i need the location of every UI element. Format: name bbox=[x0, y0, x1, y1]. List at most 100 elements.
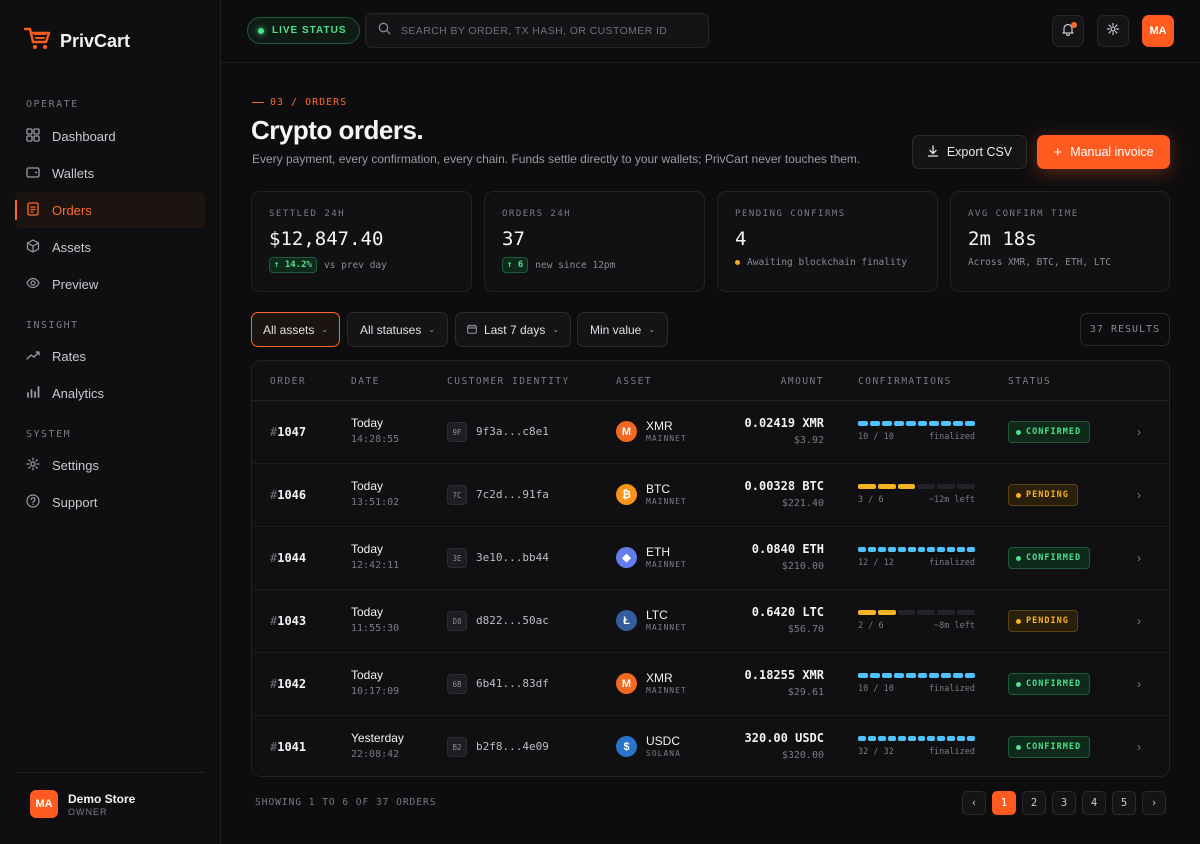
confirmation-segment bbox=[957, 484, 975, 489]
sidebar-item-label: Wallets bbox=[52, 165, 95, 181]
page-button[interactable]: 5 bbox=[1112, 791, 1136, 815]
wallet-icon bbox=[26, 165, 40, 182]
confirmation-segment bbox=[867, 736, 876, 741]
chevron-right-icon[interactable]: › bbox=[1137, 488, 1141, 502]
stat-value: 37 bbox=[502, 228, 525, 250]
sidebar-item-dashboard[interactable]: Dashboard bbox=[15, 118, 205, 154]
order-id[interactable]: #1046 bbox=[270, 488, 306, 502]
sidebar-item-rates[interactable]: Rates bbox=[15, 338, 205, 374]
asset-symbol: USDC bbox=[646, 734, 681, 748]
order-id[interactable]: #1041 bbox=[270, 740, 306, 754]
table-row[interactable]: #1046 Today 13:51:02 7C 7c2d...91fa ₿ BTC MAINN… bbox=[252, 464, 1169, 527]
search-bar[interactable] bbox=[365, 13, 709, 48]
table-row[interactable]: #1043 Today 11:55:30 D8 d822...50ac Ł LTC MAINN… bbox=[252, 590, 1169, 653]
showing-text: SHOWING 1 TO 6 OF 37 ORDERS bbox=[255, 797, 437, 808]
search-input[interactable] bbox=[401, 24, 701, 37]
confirmation-segment bbox=[858, 547, 866, 552]
sidebar-item-preview[interactable]: Preview bbox=[15, 266, 205, 302]
customer-hash[interactable]: 6b41...83df bbox=[476, 677, 549, 690]
column-header[interactable]: CUSTOMER IDENTITY bbox=[447, 376, 570, 387]
stat-label: PENDING CONFIRMS bbox=[735, 209, 846, 219]
gear-icon bbox=[1106, 22, 1120, 41]
breadcrumb: 03 / ORDERS bbox=[252, 97, 347, 108]
confirmation-text: 32 / 32 finalized bbox=[858, 747, 975, 757]
breadcrumb-text: 03 / ORDERS bbox=[270, 97, 348, 108]
order-id[interactable]: #1043 bbox=[270, 614, 306, 628]
notifications-button[interactable] bbox=[1052, 15, 1084, 47]
breadcrumb-line bbox=[252, 102, 264, 103]
confirmation-segment bbox=[941, 421, 952, 426]
confirmation-segment bbox=[867, 547, 876, 552]
confirmation-segment bbox=[957, 610, 975, 615]
chevron-right-icon[interactable]: › bbox=[1137, 425, 1141, 439]
chevron-right-icon[interactable]: › bbox=[1137, 551, 1141, 565]
next-page-button[interactable]: › bbox=[1142, 791, 1166, 815]
sidebar-item-assets[interactable]: Assets bbox=[15, 229, 205, 265]
export-csv-button[interactable]: Export CSV bbox=[912, 135, 1027, 169]
confirmation-segment bbox=[917, 484, 936, 489]
customer-hash[interactable]: 9f3a...c8e1 bbox=[476, 425, 549, 438]
confirmation-text: 12 / 12 finalized bbox=[858, 558, 975, 568]
settings-button[interactable] bbox=[1097, 15, 1129, 47]
page-button[interactable]: 1 bbox=[992, 791, 1016, 815]
chevron-right-icon[interactable]: › bbox=[1137, 740, 1141, 754]
user-avatar[interactable]: MA bbox=[1142, 15, 1174, 47]
sidebar-item-orders[interactable]: Orders bbox=[15, 192, 205, 228]
column-header[interactable]: ORDER bbox=[270, 376, 306, 387]
sidebar-item-wallets[interactable]: Wallets bbox=[15, 155, 205, 191]
prev-page-button[interactable]: ‹ bbox=[962, 791, 986, 815]
confirmation-segment bbox=[957, 547, 966, 552]
nav-section-system: SYSTEM bbox=[26, 429, 72, 440]
column-header[interactable]: STATUS bbox=[1008, 376, 1051, 387]
order-time: 11:55:30 bbox=[351, 623, 400, 634]
manual-invoice-button[interactable]: + Manual invoice bbox=[1037, 135, 1170, 169]
filter-min-value[interactable]: Min value ⌄ bbox=[577, 312, 668, 347]
confirmation-segment bbox=[929, 673, 940, 678]
filter-statuses[interactable]: All statuses ⌄ bbox=[347, 312, 448, 347]
order-id[interactable]: #1044 bbox=[270, 551, 306, 565]
order-id[interactable]: #1047 bbox=[270, 425, 306, 439]
column-header[interactable]: DATE bbox=[351, 376, 380, 387]
stat-label: ORDERS 24H bbox=[502, 209, 572, 219]
column-header[interactable]: ASSET bbox=[616, 376, 652, 387]
chevron-right-icon[interactable]: › bbox=[1137, 677, 1141, 691]
page-button[interactable]: 4 bbox=[1082, 791, 1106, 815]
table-row[interactable]: #1041 Yesterday 22:08:42 B2 b2f8...4e09 $ USDC… bbox=[252, 716, 1169, 776]
filter-assets[interactable]: All assets ⌄ bbox=[251, 312, 340, 347]
order-id[interactable]: #1042 bbox=[270, 677, 306, 691]
store-switcher[interactable]: MA Demo Store OWNER bbox=[15, 772, 205, 818]
table-row[interactable]: #1047 Today 14:28:55 9F 9f3a...c8e1 M XMR MAINN… bbox=[252, 401, 1169, 464]
confirmation-segment bbox=[937, 736, 946, 741]
page-button[interactable]: 3 bbox=[1052, 791, 1076, 815]
status-badge: PENDING bbox=[1008, 610, 1078, 632]
live-status-badge[interactable]: LIVE STATUS bbox=[247, 17, 360, 44]
sidebar-item-analytics[interactable]: Analytics bbox=[15, 375, 205, 411]
cart-logo-icon bbox=[23, 26, 52, 57]
sidebar-item-label: Support bbox=[52, 494, 98, 510]
page-button[interactable]: 2 bbox=[1022, 791, 1046, 815]
pending-dot-icon bbox=[735, 260, 740, 265]
help-icon bbox=[26, 493, 40, 511]
table-row[interactable]: #1042 Today 10:17:09 6B 6b41...83df M XMR MAINN… bbox=[252, 653, 1169, 716]
gear-icon bbox=[26, 456, 40, 474]
filter-date-range[interactable]: Last 7 days ⌄ bbox=[455, 312, 571, 347]
asset-network: SOLANA bbox=[646, 749, 681, 758]
nav-section-insight: INSIGHT bbox=[26, 320, 79, 331]
confirmation-segment bbox=[917, 421, 928, 426]
brand[interactable]: PrivCart bbox=[23, 26, 130, 57]
asset-network: MAINNET bbox=[646, 497, 687, 506]
confirmation-segment bbox=[905, 673, 916, 678]
customer-hash[interactable]: 3e10...bb44 bbox=[476, 551, 549, 564]
customer-hash[interactable]: 7c2d...91fa bbox=[476, 488, 549, 501]
chevron-down-icon: ⌄ bbox=[648, 325, 656, 334]
customer-hash[interactable]: b2f8...4e09 bbox=[476, 740, 549, 753]
stat-value: $12,847.40 bbox=[269, 228, 384, 250]
customer-hash[interactable]: d822...50ac bbox=[476, 614, 549, 627]
sidebar-item-settings[interactable]: Settings bbox=[15, 447, 205, 483]
sidebar-item-support[interactable]: Support bbox=[15, 484, 205, 520]
chevron-right-icon[interactable]: › bbox=[1137, 614, 1141, 628]
column-header[interactable]: AMOUNT bbox=[781, 376, 824, 387]
column-header[interactable]: CONFIRMATIONS bbox=[858, 376, 952, 387]
chevron-down-icon: ⌄ bbox=[321, 325, 329, 334]
table-row[interactable]: #1044 Today 12:42:11 3E 3e10...bb44 ◆ ETH MAINN… bbox=[252, 527, 1169, 590]
